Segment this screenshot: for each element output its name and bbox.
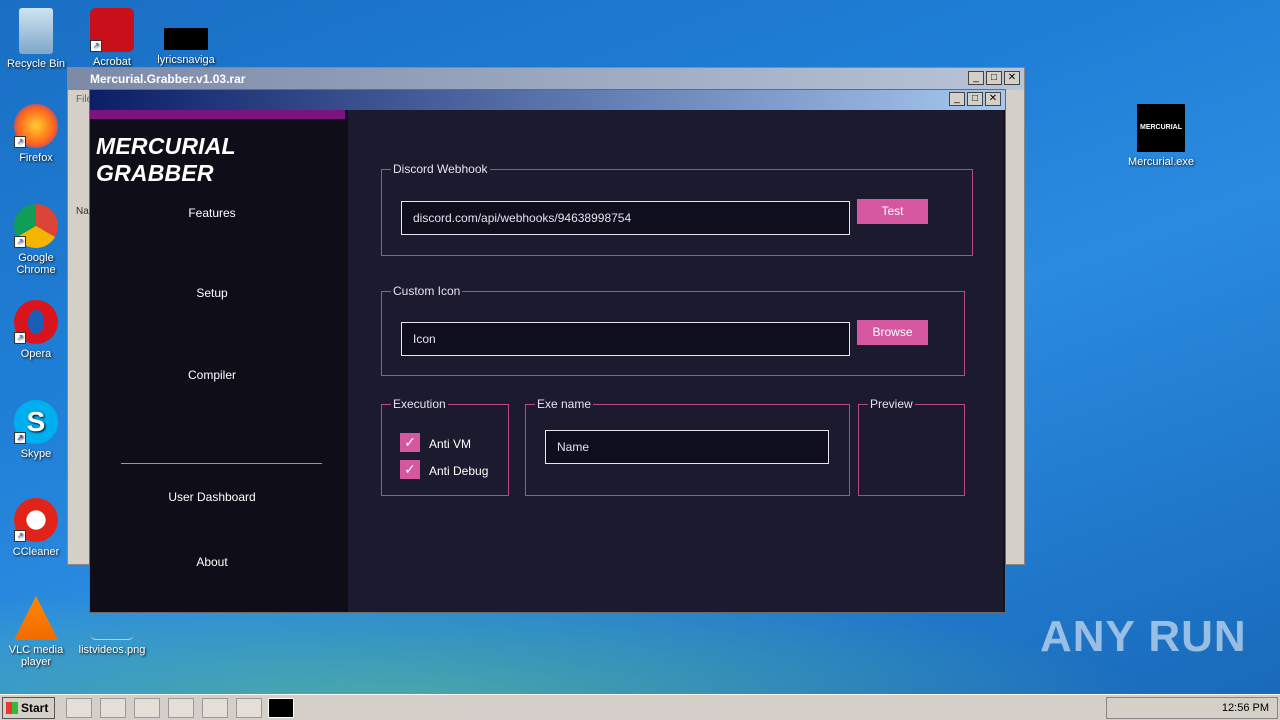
firefox-icon: ↗ [14,104,58,148]
winrar-titlebar[interactable]: Mercurial.Grabber.v1.03.rar [68,68,1024,90]
desktop-icon-label: Skype [20,448,52,460]
ccleaner-icon: ↗ [14,498,58,542]
desktop-icon-label: Mercurial.exe [1127,156,1195,168]
desktop-icon-skype[interactable]: S ↗ Skype [0,400,72,460]
ie-taskbar-icon[interactable] [66,698,92,718]
nav-compiler[interactable]: Compiler [90,368,334,382]
webhook-input[interactable]: discord.com/api/webhooks/94638998754 [401,201,850,235]
start-label: Start [21,701,49,715]
minimize-icon[interactable]: _ [949,92,965,106]
skype-icon: S ↗ [14,400,58,444]
anti-vm-label: Anti VM [429,437,472,451]
test-button[interactable]: Test [857,199,928,224]
desktop-icon-label: VLC media player [8,644,64,668]
minimize-icon[interactable]: _ [968,71,984,85]
start-button[interactable]: Start [2,697,55,719]
acrobat-icon: ↗ [90,8,134,52]
winrar-taskbar-icon[interactable] [236,698,262,718]
desktop-icon-acrobat[interactable]: ↗ Acrobat [76,8,148,68]
nav-about[interactable]: About [90,555,334,569]
windows-logo-icon [6,702,18,714]
anti-vm-checkbox[interactable]: ✓ [400,433,420,452]
browse-button[interactable]: Browse [857,320,928,345]
desktop-icon-label: CCleaner [12,546,60,558]
desktop-icon-chrome[interactable]: ↗ Google Chrome [0,204,72,276]
file-icon [164,28,208,50]
chrome-taskbar-icon[interactable] [168,698,194,718]
anti-debug-label: Anti Debug [429,464,489,478]
mercurial-window[interactable]: _ □ ✕ MERCURIAL GRABBER Features Setup C… [89,89,1006,613]
desktop-icon-opera[interactable]: ↗ Opera [0,300,72,360]
icon-path-input[interactable]: Icon [401,322,850,356]
maximize-icon[interactable]: □ [967,92,983,106]
clock[interactable]: 12:56 PM [1222,702,1269,714]
anyrun-watermark: ANY RUN [1040,612,1247,661]
desktop-icon-ccleaner[interactable]: ↗ CCleaner [0,498,72,558]
desktop-icon-label: Firefox [19,152,53,164]
desktop-icon-vlc[interactable]: VLC media player [0,596,72,668]
execution-group: Execution ✓ Anti VM ✓ Anti Debug [381,397,509,496]
sidebar: MERCURIAL GRABBER Features Setup Compile… [90,110,348,612]
sidebar-accent-bar [90,110,345,119]
winrar-column-hint[interactable]: Na [76,206,89,217]
vlc-icon [14,596,58,640]
exe-name-legend: Exe name [537,397,592,411]
explorer-taskbar-icon[interactable] [100,698,126,718]
desktop-icon-label: Recycle Bin [6,58,66,70]
desktop-icon-firefox[interactable]: ↗ Firefox [0,104,72,164]
recycle-bin-icon [19,8,53,54]
maximize-icon[interactable]: □ [986,71,1002,85]
exe-name-input[interactable]: Name [545,430,829,464]
mercurial-exe-icon: MERCURIAL [1137,104,1185,152]
winrar-title: Mercurial.Grabber.v1.03.rar [90,72,246,86]
desktop-icon-label: Opera [20,348,52,360]
system-tray: 12:56 PM [1106,697,1278,719]
desktop-icon-lyricsnaviga[interactable]: lyricsnaviga [150,8,222,66]
chrome-icon: ↗ [14,204,58,248]
app-logo: MERCURIAL GRABBER [96,133,236,186]
preview-group: Preview [858,397,965,496]
mercurial-titlebar[interactable] [90,90,1005,110]
mercurial-window-controls: _ □ ✕ [949,92,1001,106]
media-player-taskbar-icon[interactable] [134,698,160,718]
anti-debug-checkbox[interactable]: ✓ [400,460,420,479]
sidebar-divider [121,463,322,464]
preview-legend: Preview [870,397,913,411]
opera-taskbar-icon[interactable] [202,698,228,718]
main-content: Discord Webhook discord.com/api/webhooks… [348,110,1003,612]
nav-setup[interactable]: Setup [90,286,334,300]
close-icon[interactable]: ✕ [1004,71,1020,85]
winrar-window-controls: _ □ ✕ [968,71,1020,85]
desktop-icon-label: Google Chrome [16,252,56,276]
desktop-icon-label: lyricsnaviga [157,54,215,66]
nav-features[interactable]: Features [90,206,334,220]
custom-icon-legend: Custom Icon [393,284,461,298]
execution-legend: Execution [393,397,446,411]
desktop-icon-mercurial-exe[interactable]: MERCURIAL Mercurial.exe [1125,104,1197,168]
taskbar: Start 12:56 PM [0,694,1280,720]
opera-icon: ↗ [14,300,58,344]
close-icon[interactable]: ✕ [985,92,1001,106]
mercurial-taskbar-icon[interactable] [268,698,294,718]
desktop-icon-label: listvideos.png [78,644,146,656]
mercurial-badge-text: MERCURIAL [1140,124,1182,131]
desktop-icon-recycle-bin[interactable]: Recycle Bin [0,8,72,70]
nav-user-dashboard[interactable]: User Dashboard [90,490,334,504]
webhook-legend: Discord Webhook [393,162,488,176]
